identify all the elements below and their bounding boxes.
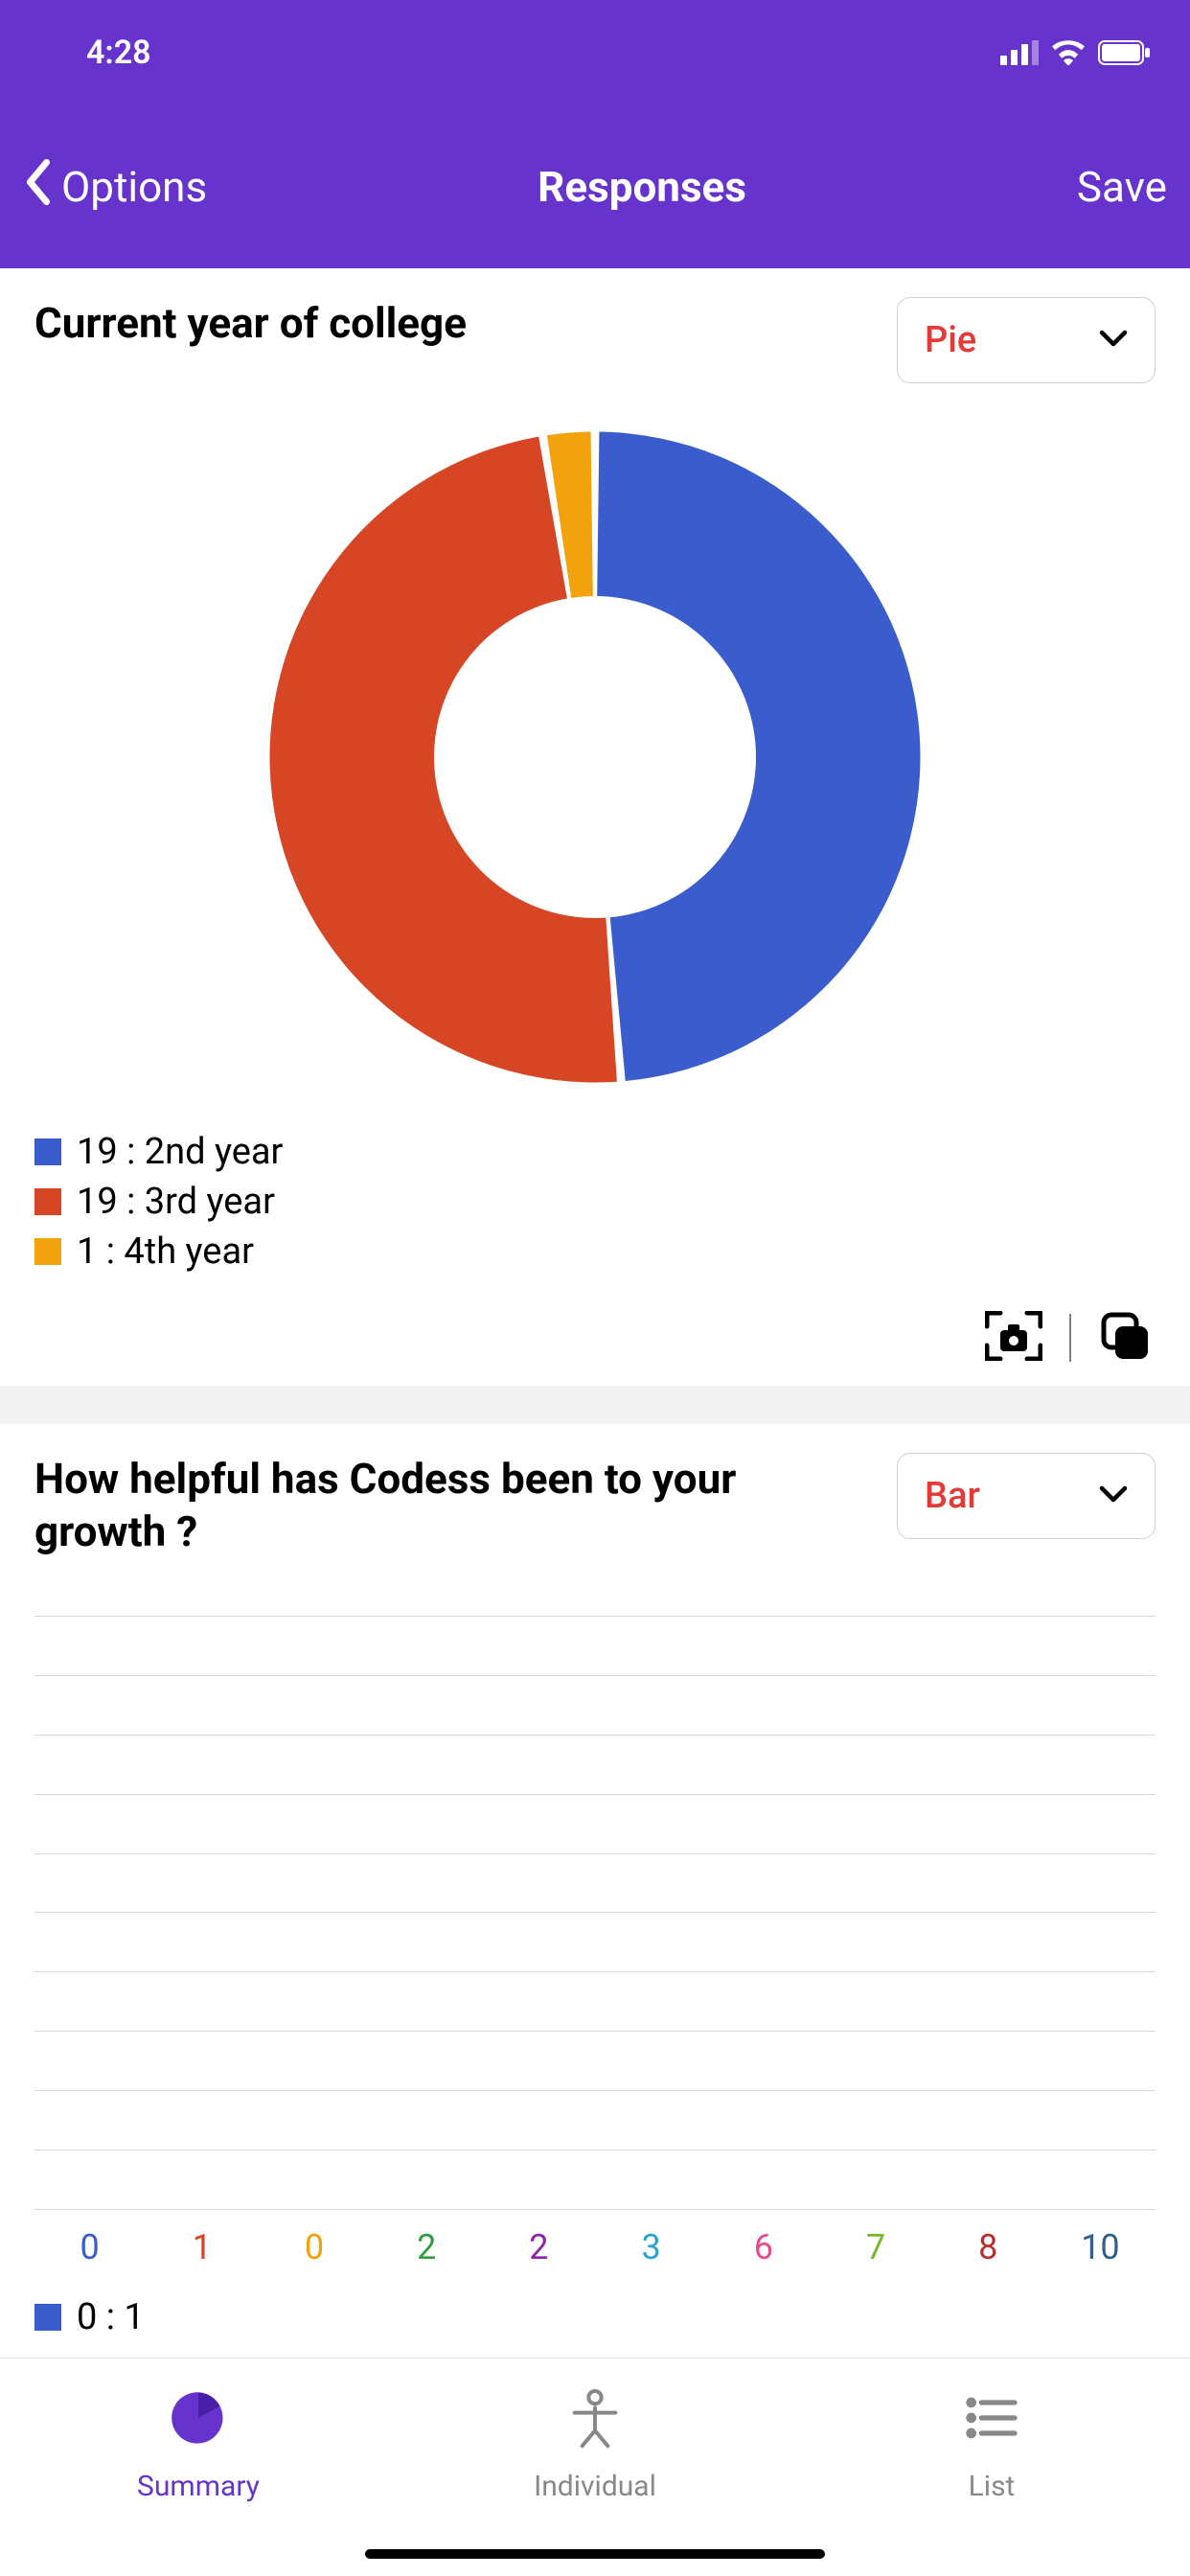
card-title: Current year of college — [34, 297, 467, 350]
screenshot-icon[interactable] — [985, 1311, 1042, 1365]
status-right — [1000, 40, 1152, 65]
person-icon — [564, 2387, 626, 2452]
legend-item: 19 : 2nd year — [34, 1131, 1156, 1173]
legend-swatch — [34, 1238, 61, 1265]
tab-individual[interactable]: Individual — [397, 2358, 793, 2576]
list-icon — [961, 2387, 1022, 2452]
chart-type-dropdown[interactable]: Pie — [897, 297, 1156, 383]
tab-label: List — [969, 2470, 1016, 2503]
pie-icon — [168, 2387, 229, 2452]
tab-summary[interactable]: Summary — [0, 2358, 397, 2576]
bar-x-label: 2 — [381, 2227, 472, 2267]
wifi-icon — [1052, 40, 1085, 65]
dropdown-label: Bar — [925, 1475, 980, 1517]
pie-chart — [34, 383, 1156, 1121]
separator — [1069, 1314, 1071, 1362]
legend-text: 0 : 1 — [77, 2296, 145, 2338]
section-gap — [0, 1386, 1190, 1424]
legend-text: 19 : 3rd year — [77, 1181, 275, 1223]
chart-type-dropdown[interactable]: Bar — [897, 1453, 1156, 1539]
content-scroll[interactable]: Current year of college Pie 19 : 2nd yea… — [0, 268, 1190, 2365]
card-title: How helpful has Codess been to your grow… — [34, 1453, 820, 1558]
chevron-down-icon — [1099, 1485, 1128, 1506]
home-indicator[interactable] — [365, 2549, 825, 2559]
dropdown-label: Pie — [925, 319, 976, 361]
battery-icon — [1098, 40, 1152, 65]
legend-text: 1 : 4th year — [77, 1230, 254, 1273]
bar-legend: 0 : 1 — [34, 2287, 1156, 2338]
bar-x-label: 1 — [156, 2227, 247, 2267]
tab-label: Individual — [534, 2470, 656, 2503]
chevron-down-icon — [1099, 330, 1128, 351]
response-card-helpful: How helpful has Codess been to your grow… — [0, 1424, 1190, 2365]
bar-x-label: 10 — [1055, 2227, 1146, 2267]
bottom-tab-bar: Summary Individual List — [0, 2358, 1190, 2576]
pie-legend: 19 : 2nd year 19 : 3rd year 1 : 4th year — [34, 1121, 1156, 1273]
back-label: Options — [61, 162, 207, 212]
save-button[interactable]: Save — [1077, 162, 1167, 212]
legend-text: 19 : 2nd year — [77, 1131, 283, 1173]
legend-swatch — [34, 1138, 61, 1165]
status-time: 4:28 — [38, 34, 1000, 72]
page-title: Responses — [207, 162, 1077, 212]
bar-x-label: 6 — [718, 2227, 809, 2267]
bar-x-label: 8 — [943, 2227, 1034, 2267]
tab-list[interactable]: List — [793, 2358, 1190, 2576]
legend-swatch — [34, 2304, 61, 2331]
tab-label: Summary — [137, 2470, 260, 2503]
legend-item: 19 : 3rd year — [34, 1181, 1156, 1223]
bar-x-label: 7 — [830, 2227, 921, 2267]
bar-x-label: 2 — [493, 2227, 584, 2267]
legend-item: 1 : 4th year — [34, 1230, 1156, 1273]
legend-item: 0 : 1 — [34, 2296, 1156, 2338]
response-card-college-year: Current year of college Pie 19 : 2nd yea… — [0, 268, 1190, 1386]
copy-icon[interactable] — [1098, 1309, 1152, 1367]
bar-x-label: 0 — [44, 2227, 135, 2267]
status-bar: 4:28 — [0, 0, 1190, 105]
pie-slice — [597, 432, 920, 1081]
nav-bar: Options Responses Save — [0, 105, 1190, 268]
bar-x-label: 0 — [268, 2227, 359, 2267]
chevron-left-icon — [23, 159, 54, 216]
legend-swatch — [34, 1188, 61, 1215]
bar-x-label: 3 — [606, 2227, 697, 2267]
back-button[interactable]: Options — [23, 159, 207, 216]
bar-chart: 01022367810 — [34, 1558, 1156, 2287]
cellular-signal-icon — [1000, 40, 1039, 65]
